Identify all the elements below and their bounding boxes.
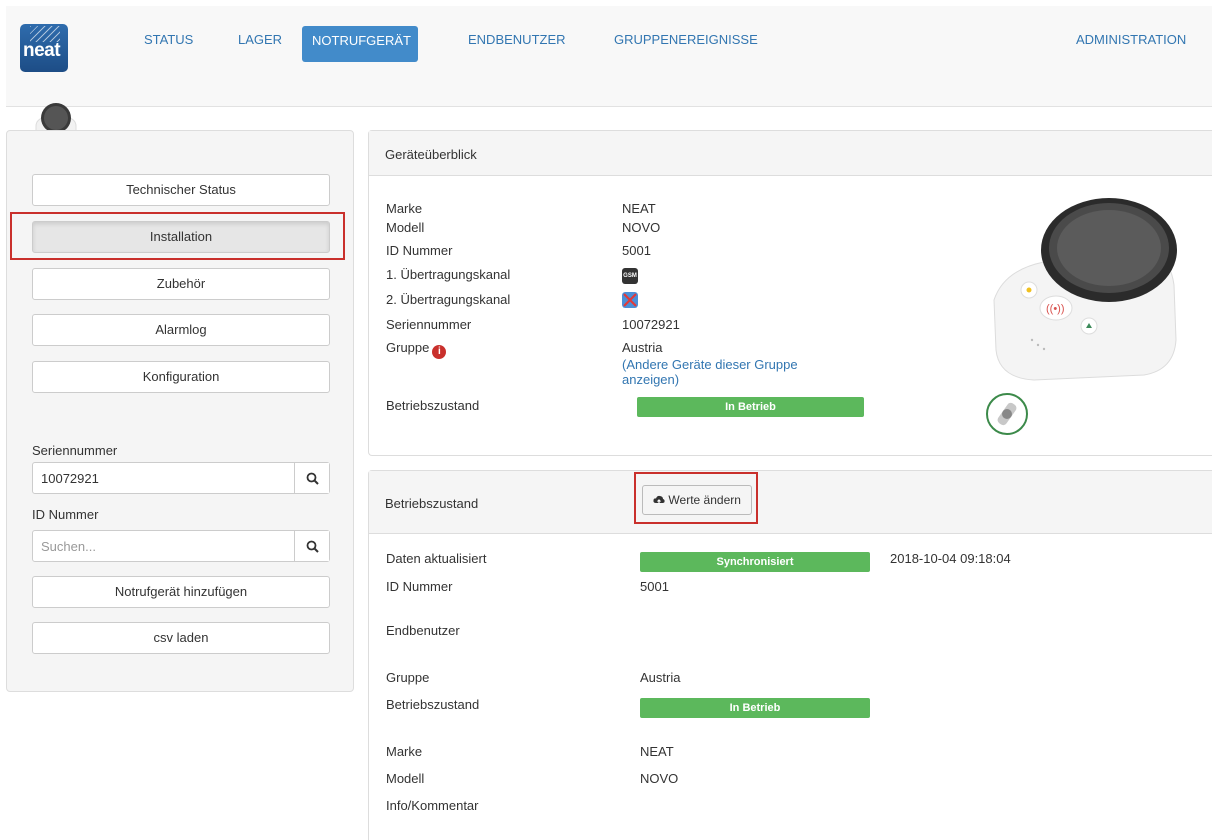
seriennummer-value: 10072921 <box>622 317 680 332</box>
seriennummer-key: Seriennummer <box>386 317 472 332</box>
nav-notrufgeraet[interactable]: NOTRUFGERÄT <box>302 26 418 62</box>
state-betriebszustand-key: Betriebszustand <box>386 697 480 712</box>
id-nummer-search-button[interactable] <box>294 531 329 561</box>
gsm-icon: GSM <box>622 268 638 284</box>
betriebszustand-key: Betriebszustand <box>386 398 480 413</box>
seriennummer-input[interactable] <box>33 463 295 493</box>
nav-administration[interactable]: ADMINISTRATION <box>1066 26 1196 62</box>
seriennummer-search-group <box>32 462 330 494</box>
marke-key: Marke <box>386 201 423 216</box>
notrufgeraet-hinzufuegen-button[interactable]: Notrufgerät hinzufügen <box>32 576 330 608</box>
gruppe-key-text: Gruppe <box>386 340 430 355</box>
state-modell-value: NOVO <box>640 771 679 786</box>
nav-endbenutzer[interactable]: ENDBENUTZER <box>458 26 576 62</box>
wristband-icon[interactable] <box>984 392 1030 436</box>
state-in-betrieb-badge: In Betrieb <box>640 698 870 718</box>
state-id-nummer-key: ID Nummer <box>386 579 453 594</box>
daten-aktualisiert-key: Daten aktualisiert <box>386 551 487 566</box>
alarmlog-button[interactable]: Alarmlog <box>32 314 330 346</box>
id-nummer-value: 5001 <box>622 243 651 258</box>
synchronisiert-badge: Synchronisiert <box>640 552 870 572</box>
kanal1-key: 1. Übertragungskanal <box>386 267 511 282</box>
state-id-nummer-value: 5001 <box>640 579 669 594</box>
nav-gruppenereignisse[interactable]: GRUPPENEREIGNISSE <box>604 26 768 62</box>
info-icon[interactable]: i <box>432 345 447 359</box>
state-marke-key: Marke <box>386 744 423 759</box>
kanal2-key: 2. Übertragungskanal <box>386 292 511 307</box>
zubehoer-button[interactable]: Zubehör <box>32 268 330 300</box>
search-icon <box>306 540 319 553</box>
modell-value: NOVO <box>622 220 661 235</box>
betriebszustand-title: Betriebszustand <box>385 496 479 511</box>
nav-lager[interactable]: LAGER <box>228 26 292 62</box>
geraeteueberblick-header: Geräteüberblick <box>369 131 1212 176</box>
konfiguration-button[interactable]: Konfiguration <box>32 361 330 393</box>
device-image: ((•)) <box>993 198 1177 381</box>
id-nummer-input[interactable] <box>33 531 295 561</box>
id-nummer-search-group <box>32 530 330 562</box>
neat-logo[interactable]: neat <box>20 24 68 72</box>
gruppe-value: Austria <box>622 340 663 355</box>
id-nummer-label: ID Nummer <box>32 507 99 522</box>
modell-key: Modell <box>386 220 425 235</box>
aktualisiert-timestamp: 2018-10-04 09:18:04 <box>890 551 1011 566</box>
state-marke-value: NEAT <box>640 744 674 759</box>
installation-highlight-box <box>10 212 345 260</box>
state-gruppe-key: Gruppe <box>386 670 430 685</box>
in-betrieb-badge: In Betrieb <box>637 397 864 417</box>
channel-disabled-icon <box>622 292 638 308</box>
gruppe-key: Gruppe i <box>386 340 447 359</box>
state-gruppe-value: Austria <box>640 670 681 685</box>
state-modell-key: Modell <box>386 771 425 786</box>
csv-laden-button[interactable]: csv laden <box>32 622 330 654</box>
betriebszustand-header: Betriebszustand <box>369 471 1212 534</box>
top-navbar: neat STATUS LAGER NOTRUFGERÄT ENDBENUTZE… <box>6 6 1212 107</box>
info-kommentar-key: Info/Kommentar <box>386 798 479 813</box>
marke-value: NEAT <box>622 201 656 216</box>
geraeteueberblick-title: Geräteüberblick <box>385 147 477 162</box>
technischer-status-button[interactable]: Technischer Status <box>32 174 330 206</box>
id-nummer-key: ID Nummer <box>386 243 453 258</box>
nav-status[interactable]: STATUS <box>134 26 203 62</box>
seriennummer-search-button[interactable] <box>294 463 329 493</box>
werte-aendern-highlight-box <box>634 472 758 524</box>
logo-text: neat <box>23 40 61 61</box>
search-icon <box>306 472 319 485</box>
seriennummer-label: Seriennummer <box>32 443 118 458</box>
betriebszustand-panel: Betriebszustand <box>368 470 1212 840</box>
svg-text:((•)): ((•)) <box>1046 303 1065 315</box>
andere-geraete-link[interactable]: (Andere Geräte dieser Gruppe anzeigen) <box>622 357 852 387</box>
endbenutzer-key: Endbenutzer <box>386 623 460 638</box>
